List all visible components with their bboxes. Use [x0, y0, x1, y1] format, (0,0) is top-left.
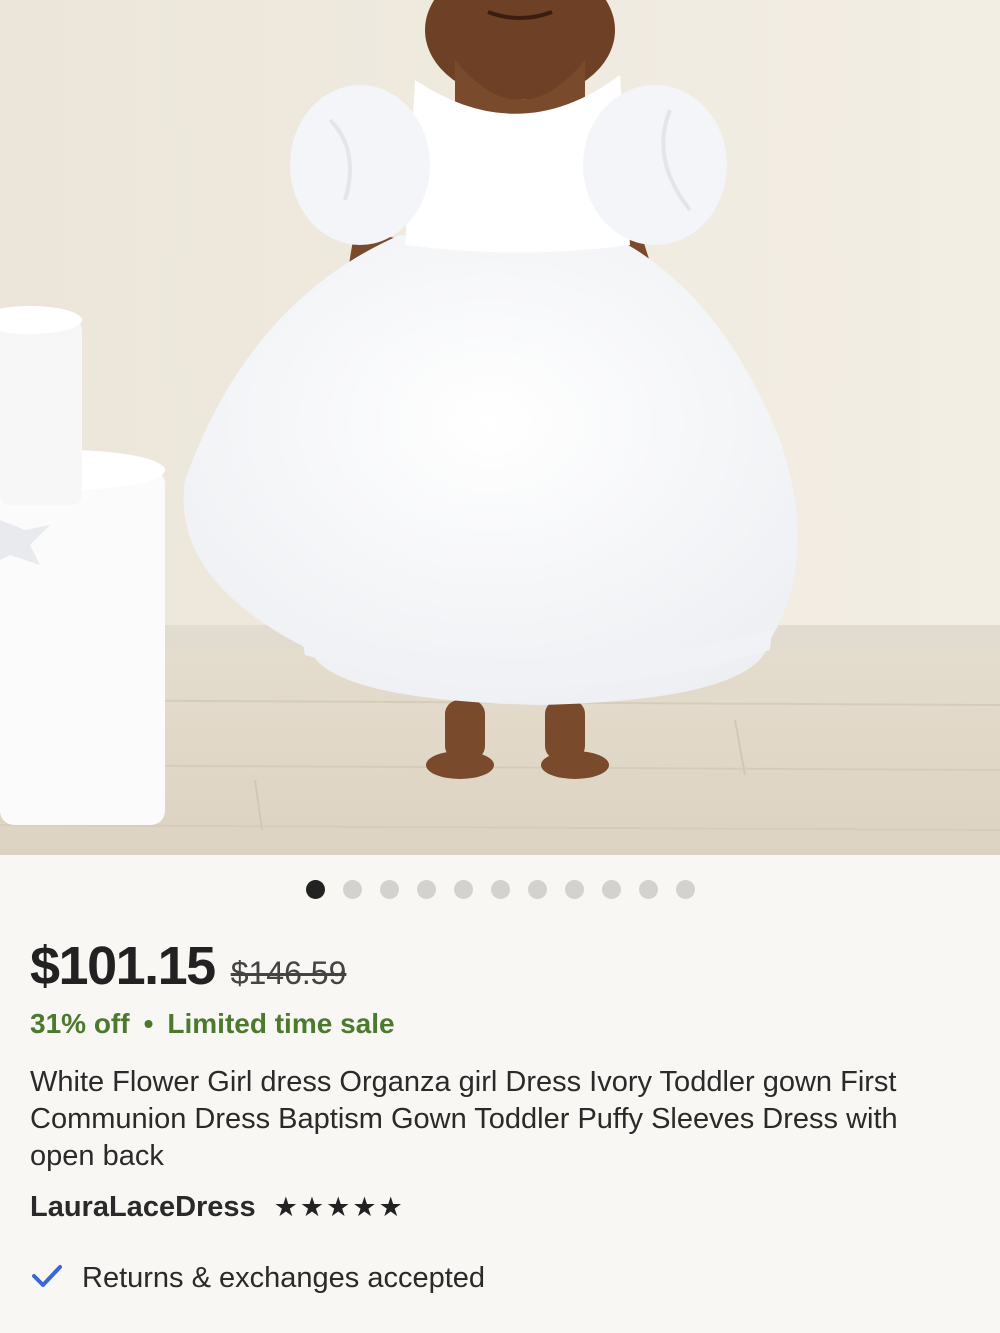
carousel-dot[interactable]: [305, 880, 325, 899]
carousel-dot[interactable]: [601, 880, 621, 899]
image-carousel-dots: [0, 880, 1000, 900]
carousel-dot[interactable]: [564, 880, 584, 899]
carousel-dot[interactable]: [342, 880, 362, 899]
sale-info: 31% off • Limited time sale: [30, 1008, 395, 1040]
current-price: $101.15: [30, 936, 216, 996]
star-icon: ★: [299, 1192, 325, 1222]
rating-stars: ★ ★ ★ ★ ★: [274, 1192, 403, 1223]
sale-label: Limited time sale: [167, 1008, 395, 1039]
seller-name[interactable]: LauraLaceDress: [30, 1191, 256, 1224]
returns-row: Returns & exchanges accepted: [30, 1262, 485, 1295]
carousel-dot[interactable]: [416, 880, 436, 899]
product-image[interactable]: [0, 0, 1000, 855]
carousel-dot[interactable]: [527, 880, 547, 899]
returns-label: Returns & exchanges accepted: [82, 1262, 486, 1294]
original-price: $146.59: [230, 955, 347, 991]
separator-dot: •: [143, 1008, 154, 1039]
price-row: $101.15 $146.59: [30, 935, 346, 997]
carousel-dot[interactable]: [453, 880, 473, 899]
product-photo: [0, 0, 1000, 855]
discount-label: 31% off: [30, 1008, 130, 1039]
star-icon: ★: [326, 1192, 351, 1222]
product-title[interactable]: White Flower Girl dress Organza girl Dre…: [30, 1064, 970, 1175]
star-icon: ★: [352, 1192, 377, 1222]
checkmark-icon: [30, 1262, 64, 1295]
carousel-dot[interactable]: [490, 880, 510, 899]
star-icon: ★: [273, 1192, 298, 1222]
carousel-dot[interactable]: [675, 880, 695, 899]
star-icon: ★: [378, 1192, 403, 1222]
seller-row: LauraLaceDress ★ ★ ★ ★ ★: [30, 1191, 403, 1224]
carousel-dot[interactable]: [638, 880, 658, 899]
carousel-dot[interactable]: [379, 880, 399, 899]
